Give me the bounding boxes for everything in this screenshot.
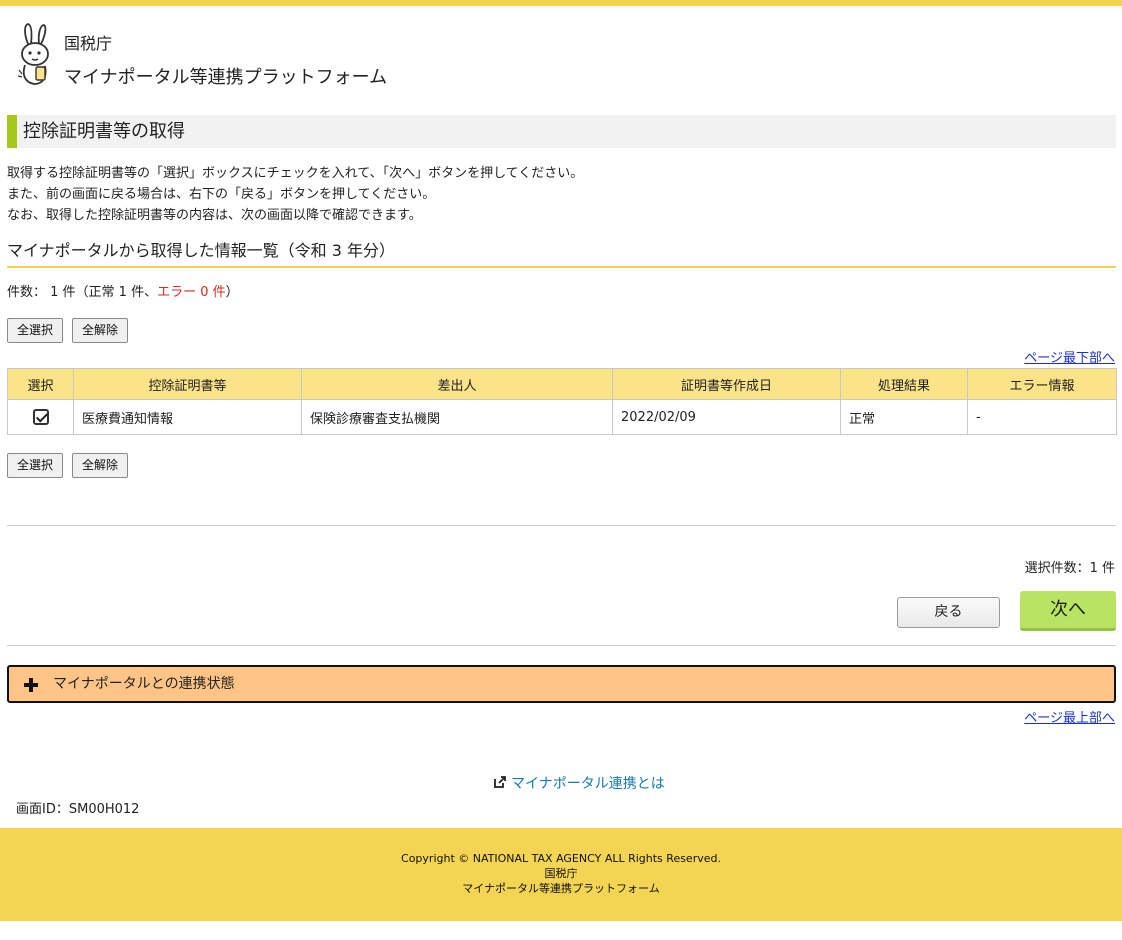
col-created-date: 証明書等作成日 [612, 368, 841, 400]
deselect-all-button-bottom[interactable]: 全解除 [72, 453, 128, 478]
document-cell: 医療費通知情報 [73, 399, 302, 435]
platform-name: マイナポータル等連携プラットフォーム [64, 67, 388, 88]
instruction-line: また、前の画面に戻る場合は、右下の「戻る」ボタンを押してください。 [7, 187, 436, 202]
col-sender: 差出人 [301, 368, 613, 400]
agency-name: 国税庁 [64, 34, 113, 53]
record-count: 件数： 1 件（正常 1 件、エラー 0 件） [7, 283, 239, 303]
plus-icon [24, 678, 38, 692]
date-cell: 2022/02/09 [612, 399, 841, 435]
instruction-line: 取得する控除証明書等の「選択」ボックスにチェックを入れて、「次へ」ボタンを押して… [7, 166, 584, 181]
sender-cell: 保険診療審査支払機関 [301, 399, 613, 435]
certificates-table: 選択 控除証明書等 差出人 証明書等作成日 処理結果 エラー情報 医療費通知情報… [7, 368, 1117, 435]
select-cell [7, 399, 74, 435]
about-myna-portal-link[interactable]: マイナポータル連携とは [493, 773, 665, 793]
accordion-label: マイナポータルとの連携状態 [53, 676, 235, 692]
divider [7, 645, 1116, 646]
copyright: Copyright © NATIONAL TAX AGENCY ALL Righ… [401, 852, 721, 865]
e-tax-mascot-logo [17, 23, 49, 85]
error-cell: - [967, 399, 1117, 435]
footer-platform: マイナポータル等連携プラットフォーム [462, 882, 660, 895]
page-title: 控除証明書等の取得 [7, 115, 1116, 148]
count-suffix: ） [225, 285, 239, 300]
table-row: 医療費通知情報 保険診療審査支払機関 2022/02/09 正常 - [7, 399, 1117, 435]
instructions: 取得する控除証明書等の「選択」ボックスにチェックを入れて、「次へ」ボタンを押して… [7, 163, 583, 226]
col-error-info: エラー情報 [967, 368, 1117, 400]
footer: Copyright © NATIONAL TAX AGENCY ALL Righ… [0, 828, 1122, 921]
divider [7, 525, 1116, 526]
col-select: 選択 [7, 368, 74, 400]
deselect-all-button-top[interactable]: 全解除 [72, 318, 128, 343]
to-page-bottom-link[interactable]: ページ最下部へ [1024, 347, 1115, 366]
external-link-icon [494, 776, 506, 788]
row-select-checkbox[interactable] [32, 409, 49, 425]
col-document: 控除証明書等 [73, 368, 302, 400]
error-count: エラー 0 件 [157, 285, 226, 300]
to-page-top-link[interactable]: ページ最上部へ [1024, 707, 1115, 726]
select-all-button-top[interactable]: 全選択 [7, 318, 63, 343]
top-stripe [0, 0, 1122, 6]
count-summary: 件数： 1 件（正常 1 件、 [7, 285, 158, 300]
myna-portal-link-status-accordion[interactable]: マイナポータルとの連携状態 [7, 665, 1116, 703]
about-link-label: マイナポータル連携とは [511, 776, 665, 792]
result-cell: 正常 [840, 399, 968, 435]
table-header-row: 選択 控除証明書等 差出人 証明書等作成日 処理結果 エラー情報 [7, 368, 1117, 400]
selected-count: 選択件数：1 件 [1024, 561, 1115, 576]
screen-id: 画面ID：SM00H012 [16, 802, 140, 817]
back-button[interactable]: 戻る [897, 597, 1000, 628]
col-result: 処理結果 [840, 368, 968, 400]
next-button[interactable]: 次へ [1020, 591, 1116, 631]
select-all-button-bottom[interactable]: 全選択 [7, 453, 63, 478]
instruction-line: なお、取得した控除証明書等の内容は、次の画面以降で確認できます。 [7, 208, 422, 223]
section-title: マイナポータルから取得した情報一覧（令和 3 年分） [7, 238, 1116, 268]
footer-agency: 国税庁 [544, 867, 578, 880]
